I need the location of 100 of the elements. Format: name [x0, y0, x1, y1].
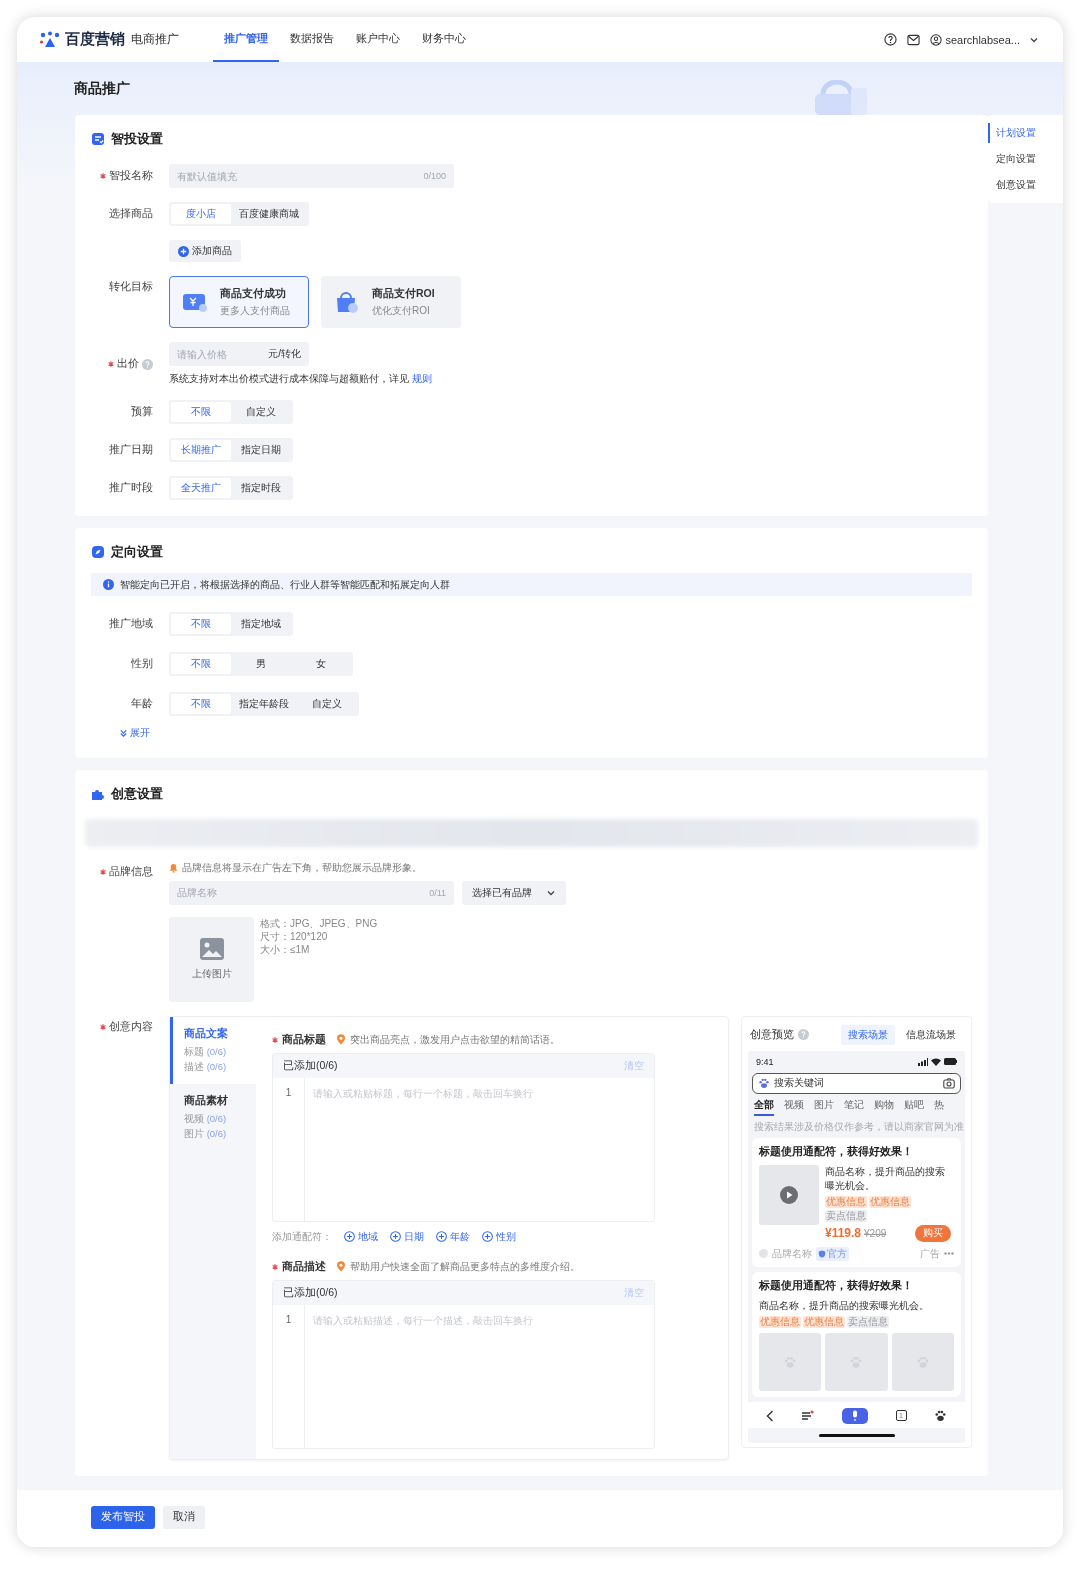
info-icon	[103, 579, 114, 590]
option-button[interactable]: 指定时段	[231, 478, 291, 498]
shield-icon	[818, 1249, 826, 1258]
option-button[interactable]: 度小店	[171, 204, 231, 224]
option-button[interactable]: 全天推广	[171, 478, 231, 498]
nav-tab[interactable]: 推广管理	[213, 17, 279, 62]
original-price: ¥209	[864, 1227, 887, 1239]
mail-icon	[907, 33, 921, 46]
option-button[interactable]: 自定义	[297, 694, 357, 714]
option-button[interactable]: 不限	[171, 694, 231, 714]
text-input[interactable]: 品牌名称	[177, 887, 430, 898]
add-product-button[interactable]: 添加商品	[169, 240, 241, 262]
goal-subtitle: 更多人支付商品	[220, 303, 290, 318]
expand-link[interactable]: 展开	[119, 726, 150, 740]
option-button[interactable]: 不限	[171, 614, 231, 634]
goal-title: 商品支付成功	[220, 286, 287, 301]
character-counter: 0/11	[429, 887, 446, 898]
side-tab[interactable]: 商品素材 视频 (0/6) 图片 (0/6)	[170, 1083, 256, 1151]
nav-tab[interactable]: 数据报告	[279, 17, 345, 62]
editor-label: 商品描述	[282, 1259, 326, 1274]
added-count: 已添加(0/6)	[283, 1058, 338, 1073]
user-icon	[930, 33, 943, 46]
image-icon	[198, 937, 225, 961]
field-label: 转化目标	[109, 280, 153, 294]
option-button[interactable]: 指定地域	[231, 614, 291, 634]
page-title: 商品推广	[74, 79, 130, 98]
note-text: 系统支持对本出价模式进行成本保障与超额赔付，详见 规则	[169, 372, 433, 386]
battery-icon	[944, 1058, 957, 1065]
text-input[interactable]: 有默认值填充	[177, 170, 424, 182]
double-chevron-down-icon	[119, 728, 128, 738]
result-tab[interactable]: 全部	[754, 1097, 774, 1116]
field-label: 推广时段	[109, 481, 153, 495]
result-tab[interactable]: 贴吧	[904, 1097, 924, 1116]
tag: 卖点信息	[825, 1209, 867, 1222]
goal-card[interactable]: 商品支付成功 更多人支付商品	[169, 276, 309, 328]
hint-text: 帮助用户快速全面了解商品更多特点的多维度介绍。	[350, 1259, 580, 1274]
wildcard-button[interactable]: 日期	[390, 1229, 424, 1244]
option-button[interactable]: 自定义	[231, 402, 291, 422]
line-number: 1	[285, 1313, 292, 1325]
goal-title: 商品支付ROI	[372, 286, 435, 301]
wildcard-button[interactable]: 地域	[344, 1229, 378, 1244]
nav-tab[interactable]: 账户中心	[345, 17, 411, 62]
goal-card[interactable]: 商品支付ROI 优化支付ROI	[321, 276, 461, 328]
result-tab[interactable]: 购物	[874, 1097, 894, 1116]
option-button[interactable]: 指定年龄段	[231, 694, 297, 714]
editor-label: 商品标题	[282, 1032, 326, 1047]
status-time: 9:41	[756, 1056, 774, 1067]
price-field[interactable]: 请输入价格 元/转化	[169, 342, 309, 366]
paw-icon	[758, 1077, 770, 1089]
field-label: 品牌信息	[109, 864, 153, 879]
required-icon	[108, 361, 114, 367]
side-tab[interactable]: 商品文案 标题 (0/6) 描述 (0/6)	[170, 1016, 256, 1084]
paw-icon	[934, 1409, 948, 1422]
plus-circle-icon	[344, 1231, 355, 1242]
cancel-button[interactable]: 取消	[163, 1505, 205, 1529]
result-tab[interactable]: 热	[934, 1097, 944, 1116]
wildcard-button[interactable]: 性别	[482, 1229, 516, 1244]
text-input[interactable]: 请输入价格	[177, 348, 269, 360]
scene-tab[interactable]: 搜索场景	[841, 1024, 895, 1045]
spec-text: 尺寸：120*120	[260, 929, 329, 943]
option-button[interactable]: 长期推广	[171, 440, 231, 460]
result-tab[interactable]: 视频	[784, 1097, 804, 1116]
plus-circle-icon	[390, 1231, 401, 1242]
pin-icon	[336, 1261, 346, 1272]
account-menu[interactable]: searchlabsea...	[930, 33, 1039, 46]
section-title: 智投设置	[111, 130, 163, 148]
option-button[interactable]: 百度健康商城	[231, 204, 307, 224]
spec-text: 格式：JPG、JPEG、PNG	[260, 916, 378, 930]
option-button[interactable]: 指定日期	[231, 440, 291, 460]
hint-text: 突出商品亮点，激发用户点击欲望的精简话语。	[350, 1032, 560, 1047]
brand-select[interactable]: 选择已有品牌	[462, 880, 566, 905]
tab-count: 1	[895, 1410, 907, 1421]
wildcard-button[interactable]: 年龄	[436, 1229, 470, 1244]
anchor-link[interactable]: 定向设置	[988, 149, 1063, 169]
result-tab[interactable]: 图片	[814, 1097, 834, 1116]
option-button[interactable]: 男	[231, 654, 291, 674]
voice-button[interactable]	[842, 1407, 868, 1424]
rules-link[interactable]: 规则	[411, 373, 432, 384]
plus-circle-icon	[436, 1231, 447, 1242]
search-placeholder: 搜索关键词	[774, 1076, 825, 1090]
anchor-link[interactable]: 计划设置	[988, 123, 1063, 143]
camera-icon	[943, 1077, 955, 1089]
price: ¥119.8	[825, 1226, 862, 1240]
tag: 优惠信息	[759, 1315, 801, 1328]
field-label: 创意内容	[109, 1019, 153, 1034]
line-number: 1	[285, 1086, 292, 1098]
publish-button[interactable]: 发布智投	[91, 1505, 155, 1529]
wildcard-label: 添加通配符：	[272, 1229, 332, 1244]
play-icon	[780, 1185, 798, 1204]
option-button[interactable]: 女	[291, 654, 351, 674]
search-field[interactable]: 搜索关键词	[752, 1072, 961, 1094]
option-button[interactable]: 不限	[171, 654, 231, 674]
option-button[interactable]: 不限	[171, 402, 231, 422]
nav-tab[interactable]: 财务中心	[411, 17, 477, 62]
scene-tab[interactable]: 信息流场景	[899, 1024, 963, 1045]
upload-image-button[interactable]: 上传图片	[169, 916, 254, 1002]
card-description: 商品名称，提升商品的搜索曝光机会。	[825, 1164, 946, 1193]
anchor-link[interactable]: 创意设置	[988, 175, 1063, 195]
result-tab[interactable]: 笔记	[844, 1097, 864, 1116]
tag: 优惠信息	[803, 1315, 845, 1328]
